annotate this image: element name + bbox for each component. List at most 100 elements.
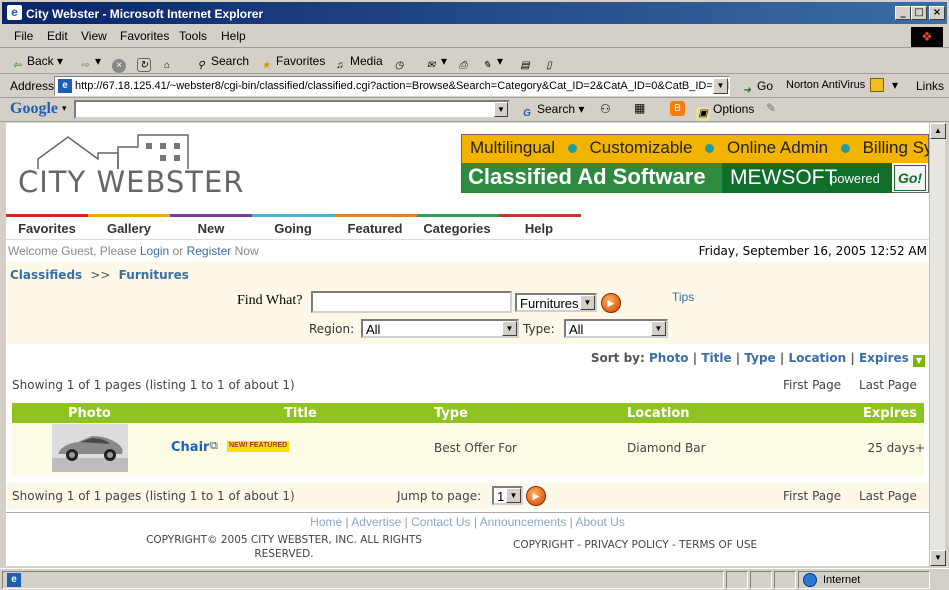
go-button[interactable]: ➜ Go <box>740 79 773 98</box>
footer-advertise[interactable]: Advertise <box>351 515 401 529</box>
stop-button[interactable]: × <box>112 54 129 73</box>
mail-button[interactable]: ✉ ▾ <box>424 54 447 73</box>
menu-file[interactable]: File <box>14 29 33 43</box>
media-button[interactable]: ♫ Media <box>333 54 383 73</box>
menu-view[interactable]: View <box>81 29 107 43</box>
nav-categories[interactable]: Categories <box>416 221 498 236</box>
footer-contact[interactable]: Contact Us <box>411 515 470 529</box>
welcome-or: or <box>172 244 184 258</box>
scroll-down-button[interactable]: ▼ <box>930 550 946 566</box>
menu-favorites[interactable]: Favorites <box>120 29 169 43</box>
history-button[interactable]: ◷ <box>392 54 409 73</box>
favorites-button[interactable]: ★ Favorites <box>259 54 326 73</box>
highlighter-icon[interactable]: ✎ <box>766 101 776 115</box>
banner-brand-box: MEWSOFT powered <box>722 163 892 193</box>
google-search-label: Search <box>537 102 576 116</box>
sort-direction-icon[interactable]: ▼ <box>913 355 925 367</box>
blogger-icon[interactable]: B <box>670 101 685 116</box>
back-label: Back <box>27 54 54 68</box>
google-search-button[interactable]: G Search ▾ <box>520 102 584 121</box>
links-button[interactable]: Links <box>916 79 944 93</box>
footer-announcements[interactable]: Announcements <box>480 515 567 529</box>
find-what-label: Find What? <box>237 293 303 308</box>
menu-edit[interactable]: Edit <box>47 29 68 43</box>
forward-button[interactable]: ⇨ ▾ <box>78 54 101 73</box>
region-select[interactable]: All ▼ <box>361 319 519 338</box>
first-page-link[interactable]: First Page <box>783 378 841 392</box>
pagerank-icon[interactable]: ⚇ <box>600 102 611 116</box>
minimize-button[interactable]: _ <box>895 6 911 20</box>
gallery-icon[interactable]: ⧉ <box>210 440 218 453</box>
tips-link[interactable]: Tips <box>672 290 694 304</box>
breadcrumb-classifieds[interactable]: Classifieds <box>10 268 82 282</box>
google-menu-arrow-icon[interactable]: ▾ <box>62 103 67 114</box>
nav-help[interactable]: Help <box>498 221 580 236</box>
print-button[interactable]: ⎙ <box>456 54 473 73</box>
register-link[interactable]: Register <box>187 244 232 258</box>
sort-location[interactable]: Location <box>788 351 846 365</box>
nav-favorites[interactable]: Favorites <box>6 221 88 236</box>
jump-go-button[interactable]: ▶ <box>526 486 546 506</box>
footer-about[interactable]: About Us <box>575 515 624 529</box>
banner-go-button[interactable]: Go! <box>894 165 926 191</box>
sort-photo[interactable]: Photo <box>649 351 689 365</box>
listing-expires: 25 days+ <box>867 441 925 455</box>
category-select[interactable]: Furnitures ▼ <box>515 293 597 312</box>
norton-dropdown-icon[interactable]: ▾ <box>892 78 898 92</box>
sort-title[interactable]: Title <box>701 351 731 365</box>
media-label: Media <box>350 54 383 68</box>
window-title-bar[interactable]: e City Webster - Microsoft Internet Expl… <box>0 0 949 26</box>
address-dropdown-arrow[interactable]: ▼ <box>713 78 728 94</box>
nav-featured[interactable]: Featured <box>334 221 416 236</box>
norton-icon[interactable] <box>870 78 884 92</box>
footer-home[interactable]: Home <box>310 515 342 529</box>
refresh-button[interactable]: ↻ <box>137 54 154 72</box>
first-page-link-bottom[interactable]: First Page <box>783 489 841 503</box>
google-toolbar: Google ▾ ▼ G Search ▾ ⚇ ▦ B ▣ Options ✎ <box>0 98 949 122</box>
stop-icon: × <box>112 59 126 73</box>
nav-gallery[interactable]: Gallery <box>88 221 170 236</box>
nav-new[interactable]: New <box>170 221 252 236</box>
search-button[interactable]: ⚲ Search <box>194 54 249 73</box>
scroll-up-button[interactable]: ▲ <box>930 123 946 139</box>
last-page-link-bottom[interactable]: Last Page <box>859 489 917 503</box>
results-table-header <box>12 403 924 423</box>
login-link[interactable]: Login <box>140 244 169 258</box>
media-icon: ♫ <box>336 60 344 71</box>
sort-expires[interactable]: Expires <box>859 351 909 365</box>
sort-type[interactable]: Type <box>744 351 775 365</box>
address-input[interactable]: http://67.18.125.41/~webster8/cgi-bin/cl… <box>54 76 730 96</box>
legal-links[interactable]: COPYRIGHT - PRIVACY POLICY - TERMS OF US… <box>513 539 757 551</box>
popup-blocker-icon[interactable]: ▦ <box>634 101 645 115</box>
menu-tools[interactable]: Tools <box>179 29 207 43</box>
banner-ad[interactable]: Multilingual Customizable Online Admin B… <box>461 134 929 193</box>
menu-help[interactable]: Help <box>221 29 246 43</box>
type-select[interactable]: All ▼ <box>564 319 668 338</box>
close-button[interactable]: × <box>929 6 945 20</box>
status-cell <box>774 571 796 589</box>
banner-feature-multilingual: Multilingual <box>470 138 556 157</box>
find-what-input[interactable] <box>311 291 512 313</box>
back-button[interactable]: ⇦ Back ▾ <box>10 54 63 73</box>
messenger-button[interactable]: ▯ <box>542 54 559 73</box>
nav-going[interactable]: Going <box>252 221 334 236</box>
google-logo[interactable]: Google <box>10 100 58 118</box>
home-button[interactable]: ⌂ <box>160 54 177 73</box>
jump-page-select[interactable]: 1 ▼ <box>492 486 523 505</box>
print-icon: ⎙ <box>459 60 467 71</box>
maximize-button[interactable]: □ <box>911 6 927 20</box>
google-search-input[interactable] <box>74 100 510 119</box>
google-search-dropdown[interactable]: ▼ <box>494 102 508 117</box>
last-page-link[interactable]: Last Page <box>859 378 917 392</box>
breadcrumb-furnitures[interactable]: Furnitures <box>119 268 189 282</box>
type-label: Type: <box>523 322 555 336</box>
vertical-scrollbar[interactable]: ▲ ▼ <box>929 123 946 566</box>
listing-title-link[interactable]: Chair <box>171 440 209 455</box>
norton-antivirus[interactable]: Norton AntiVirus <box>786 79 865 91</box>
options-button[interactable]: ▣ Options <box>696 102 754 121</box>
chevron-down-icon: ▼ <box>506 488 521 503</box>
listing-photo[interactable] <box>52 424 128 472</box>
search-go-button[interactable]: ▶ <box>601 293 621 313</box>
edit-button[interactable]: ✎ ▾ <box>480 54 503 73</box>
discuss-button[interactable]: ▤ <box>518 54 535 73</box>
